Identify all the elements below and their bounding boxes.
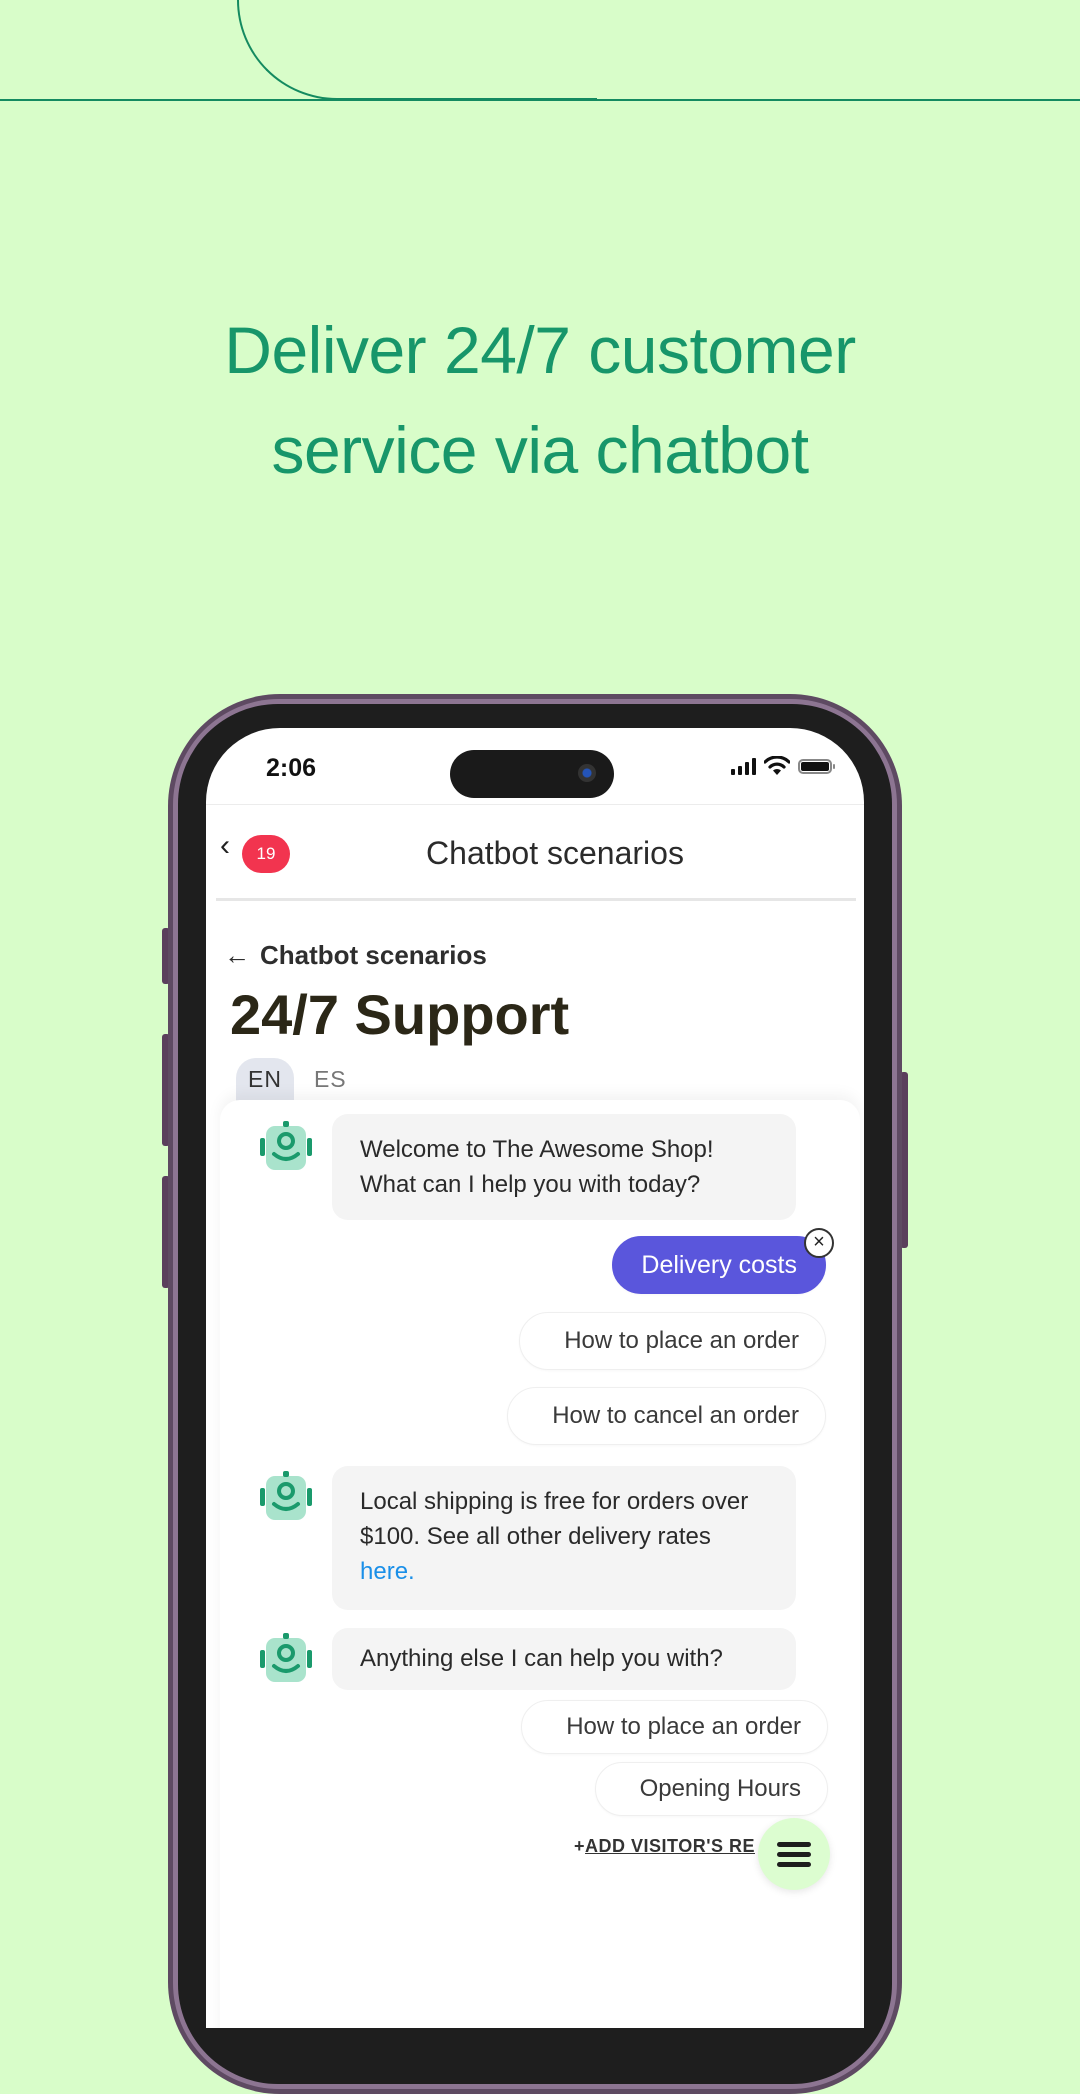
dynamic-island <box>450 750 614 798</box>
hero-headline: Deliver 24/7 customer service via chatbo… <box>0 300 1080 500</box>
breadcrumb[interactable]: ← Chatbot scenarios <box>224 940 487 971</box>
plus-icon: + <box>574 1836 586 1856</box>
add-visitor-reply-label: ADD VISITOR'S RE <box>585 1836 755 1856</box>
phone-screen: 2:06 ‹ 19 Chatbot scenarios ← Chatbot sc… <box>206 728 864 2028</box>
arrow-left-icon: ← <box>224 940 250 970</box>
bot-message-line-2: What can I help you with today? <box>360 1171 701 1198</box>
breadcrumb-label: Chatbot scenarios <box>260 940 487 970</box>
bot-message-text: Local shipping is free for orders over $… <box>360 1488 749 1550</box>
status-time: 2:06 <box>266 754 317 782</box>
tab-language-es[interactable]: ES <box>302 1058 359 1101</box>
nav-bar: ‹ 19 Chatbot scenarios <box>206 804 864 897</box>
battery-icon <box>798 758 835 774</box>
bot-message: Local shipping is free for orders over $… <box>332 1466 796 1610</box>
tab-language-en[interactable]: EN <box>236 1058 294 1101</box>
bot-message-text: Anything else I can help you with? <box>360 1645 723 1672</box>
camera-icon <box>578 764 596 782</box>
headline-line-1: Deliver 24/7 customer <box>224 313 856 387</box>
delivery-rates-link[interactable]: here. <box>360 1558 415 1585</box>
bot-message-line-1: Welcome to The Awesome Shop! <box>360 1136 714 1163</box>
add-visitor-reply-button[interactable]: +ADD VISITOR'S RE <box>574 1836 755 1857</box>
hamburger-icon-bar <box>777 1851 811 1857</box>
quick-reply-chip[interactable]: How to cancel an order <box>507 1387 826 1445</box>
quick-reply-selected[interactable]: Delivery costs <box>612 1236 826 1294</box>
chat-preview: Welcome to The Awesome Shop! What can I … <box>220 1100 860 2028</box>
bot-avatar-icon <box>260 1633 312 1682</box>
signal-icon <box>731 757 756 775</box>
close-icon[interactable]: × <box>804 1228 834 1258</box>
status-icons <box>731 756 835 776</box>
hamburger-icon-bar <box>777 1861 811 1867</box>
bot-message: Welcome to The Awesome Shop! What can I … <box>332 1114 796 1220</box>
language-tabs: EN ES <box>236 1058 359 1101</box>
decorative-line <box>0 99 1080 101</box>
menu-button[interactable] <box>758 1818 830 1890</box>
quick-reply-label: Delivery costs <box>641 1251 797 1279</box>
decorative-arc <box>237 0 597 100</box>
bot-avatar-icon <box>260 1471 312 1520</box>
nav-divider <box>216 898 856 901</box>
quick-reply-chip[interactable]: Opening Hours <box>594 1762 828 1816</box>
hamburger-icon-bar <box>777 1841 811 1847</box>
bot-avatar-icon <box>260 1121 312 1170</box>
quick-reply-chip[interactable]: How to place an order <box>519 1312 826 1370</box>
quick-reply-chip[interactable]: How to place an order <box>521 1700 828 1754</box>
page-title: 24/7 Support <box>230 983 570 1046</box>
wifi-icon <box>764 756 790 775</box>
nav-title: Chatbot scenarios <box>426 835 684 871</box>
status-bar: 2:06 <box>206 728 864 804</box>
bot-message: Anything else I can help you with? <box>332 1628 796 1690</box>
headline-line-2: service via chatbot <box>271 413 809 487</box>
